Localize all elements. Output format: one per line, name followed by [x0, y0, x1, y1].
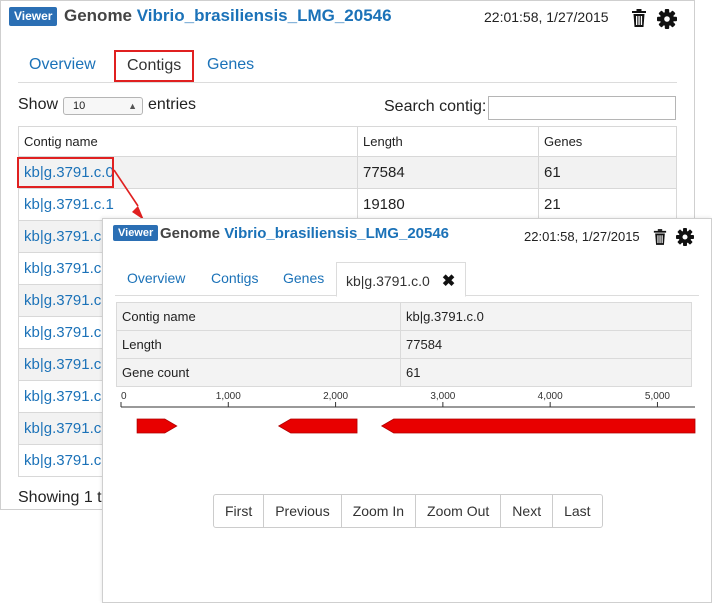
contig-genes: 61 [538, 156, 677, 189]
overview-key: Contig name [116, 302, 401, 331]
overview-value: 77584 [400, 330, 692, 359]
panel-header: Viewer Genome Vibrio_brasiliensis_LMG_20… [1, 1, 694, 33]
table-row: Gene count 61 [116, 358, 692, 387]
select-arrows-icon: ▲︎ [128, 101, 137, 111]
tab-contig-detail[interactable]: kb|g.3791.c.0 ✖ [336, 262, 467, 297]
browser-pager: First Previous Zoom In Zoom Out Next Las… [213, 494, 603, 528]
table-header-row: Contig name Length Genes [18, 126, 677, 157]
first-button[interactable]: First [214, 495, 265, 527]
column-header-length[interactable]: Length [357, 126, 539, 157]
gene-feature-arrow[interactable] [380, 418, 696, 434]
table-row: Length 77584 [116, 330, 692, 359]
genome-name-link[interactable]: Vibrio_brasiliensis_LMG_20546 [224, 225, 449, 242]
contig-browser-track[interactable]: 0 1,000 2,000 3,000 4,000 5,000 [115, 389, 697, 459]
zoom-out-button[interactable]: Zoom Out [416, 495, 502, 527]
axis-tick-label: 3,000 [430, 391, 455, 402]
close-icon[interactable]: ✖ [442, 273, 455, 290]
genome-name-link[interactable]: Vibrio_brasiliensis_LMG_20546 [137, 6, 392, 25]
previous-button[interactable]: Previous [264, 495, 342, 527]
panel-title: Genome Vibrio_brasiliensis_LMG_20546 [160, 224, 449, 244]
connector-arrow [113, 169, 144, 220]
timestamp: 22:01:58, 1/27/2015 [524, 229, 640, 244]
trash-icon[interactable] [631, 9, 647, 27]
next-button[interactable]: Next [501, 495, 554, 527]
column-header-contig-name[interactable]: Contig name [18, 126, 358, 157]
contig-genes: 21 [538, 188, 677, 221]
selected-contig-highlight [17, 157, 114, 188]
search-label: Search contig: [384, 98, 487, 115]
tab-genes[interactable]: Genes [283, 270, 324, 286]
entries-select[interactable]: 10 ▲︎ [63, 97, 143, 115]
contig-name-link[interactable]: kb|g.3791.c.1 [18, 188, 358, 221]
table-row: Contig name kb|g.3791.c.0 [116, 302, 692, 331]
page-length-control: Show 10 ▲︎ entries [18, 96, 196, 115]
tab-bar: Overview Contigs Genes kb|g.3791.c.0 ✖ [115, 261, 699, 297]
title-prefix: Genome [64, 6, 133, 25]
tab-overview[interactable]: Overview [29, 56, 96, 74]
gear-icon[interactable] [676, 228, 694, 246]
entries-label: entries [148, 96, 197, 113]
column-header-genes[interactable]: Genes [538, 126, 677, 157]
panel-header: Viewer Genome Vibrio_brasiliensis_LMG_20… [103, 219, 711, 251]
contig-length: 19180 [357, 188, 539, 221]
overview-key: Gene count [116, 358, 401, 387]
entries-select-value: 10 [73, 100, 86, 112]
tab-overview[interactable]: Overview [127, 270, 185, 286]
tab-genes[interactable]: Genes [207, 56, 254, 74]
axis-tick-label: 5,000 [645, 391, 670, 402]
search-contig-input[interactable] [488, 96, 676, 120]
table-info-text: Showing 1 to [18, 489, 111, 506]
overview-value: 61 [400, 358, 692, 387]
tab-contig-label: kb|g.3791.c.0 [346, 273, 430, 289]
axis-tick-label: 4,000 [538, 391, 563, 402]
title-prefix: Genome [160, 225, 221, 242]
timestamp: 22:01:58, 1/27/2015 [484, 9, 609, 25]
gear-icon[interactable] [657, 9, 677, 29]
axis-tick-label: 2,000 [323, 391, 348, 402]
gene-feature-arrow[interactable] [136, 418, 178, 434]
tab-bar: Overview Contigs Genes [18, 45, 677, 83]
contig-overview-table: Contig name kb|g.3791.c.0 Length 77584 G… [116, 302, 692, 387]
panel-title: Genome Vibrio_brasiliensis_LMG_20546 [64, 5, 392, 27]
trash-icon[interactable] [653, 229, 667, 245]
tab-contigs[interactable]: Contigs [114, 50, 195, 82]
show-label: Show [18, 96, 59, 113]
contig-detail-panel: Viewer Genome Vibrio_brasiliensis_LMG_20… [102, 218, 712, 603]
gene-feature-arrow[interactable] [277, 418, 358, 434]
contig-length: 77584 [357, 156, 539, 189]
tab-contigs[interactable]: Contigs [211, 270, 258, 286]
last-button[interactable]: Last [553, 495, 601, 527]
overview-key: Length [116, 330, 401, 359]
viewer-badge: Viewer [113, 225, 159, 241]
viewer-badge: Viewer [9, 7, 58, 26]
axis-tick-label: 0 [121, 391, 127, 402]
zoom-in-button[interactable]: Zoom In [342, 495, 417, 527]
overview-value: kb|g.3791.c.0 [400, 302, 692, 331]
axis-tick-label: 1,000 [216, 391, 241, 402]
